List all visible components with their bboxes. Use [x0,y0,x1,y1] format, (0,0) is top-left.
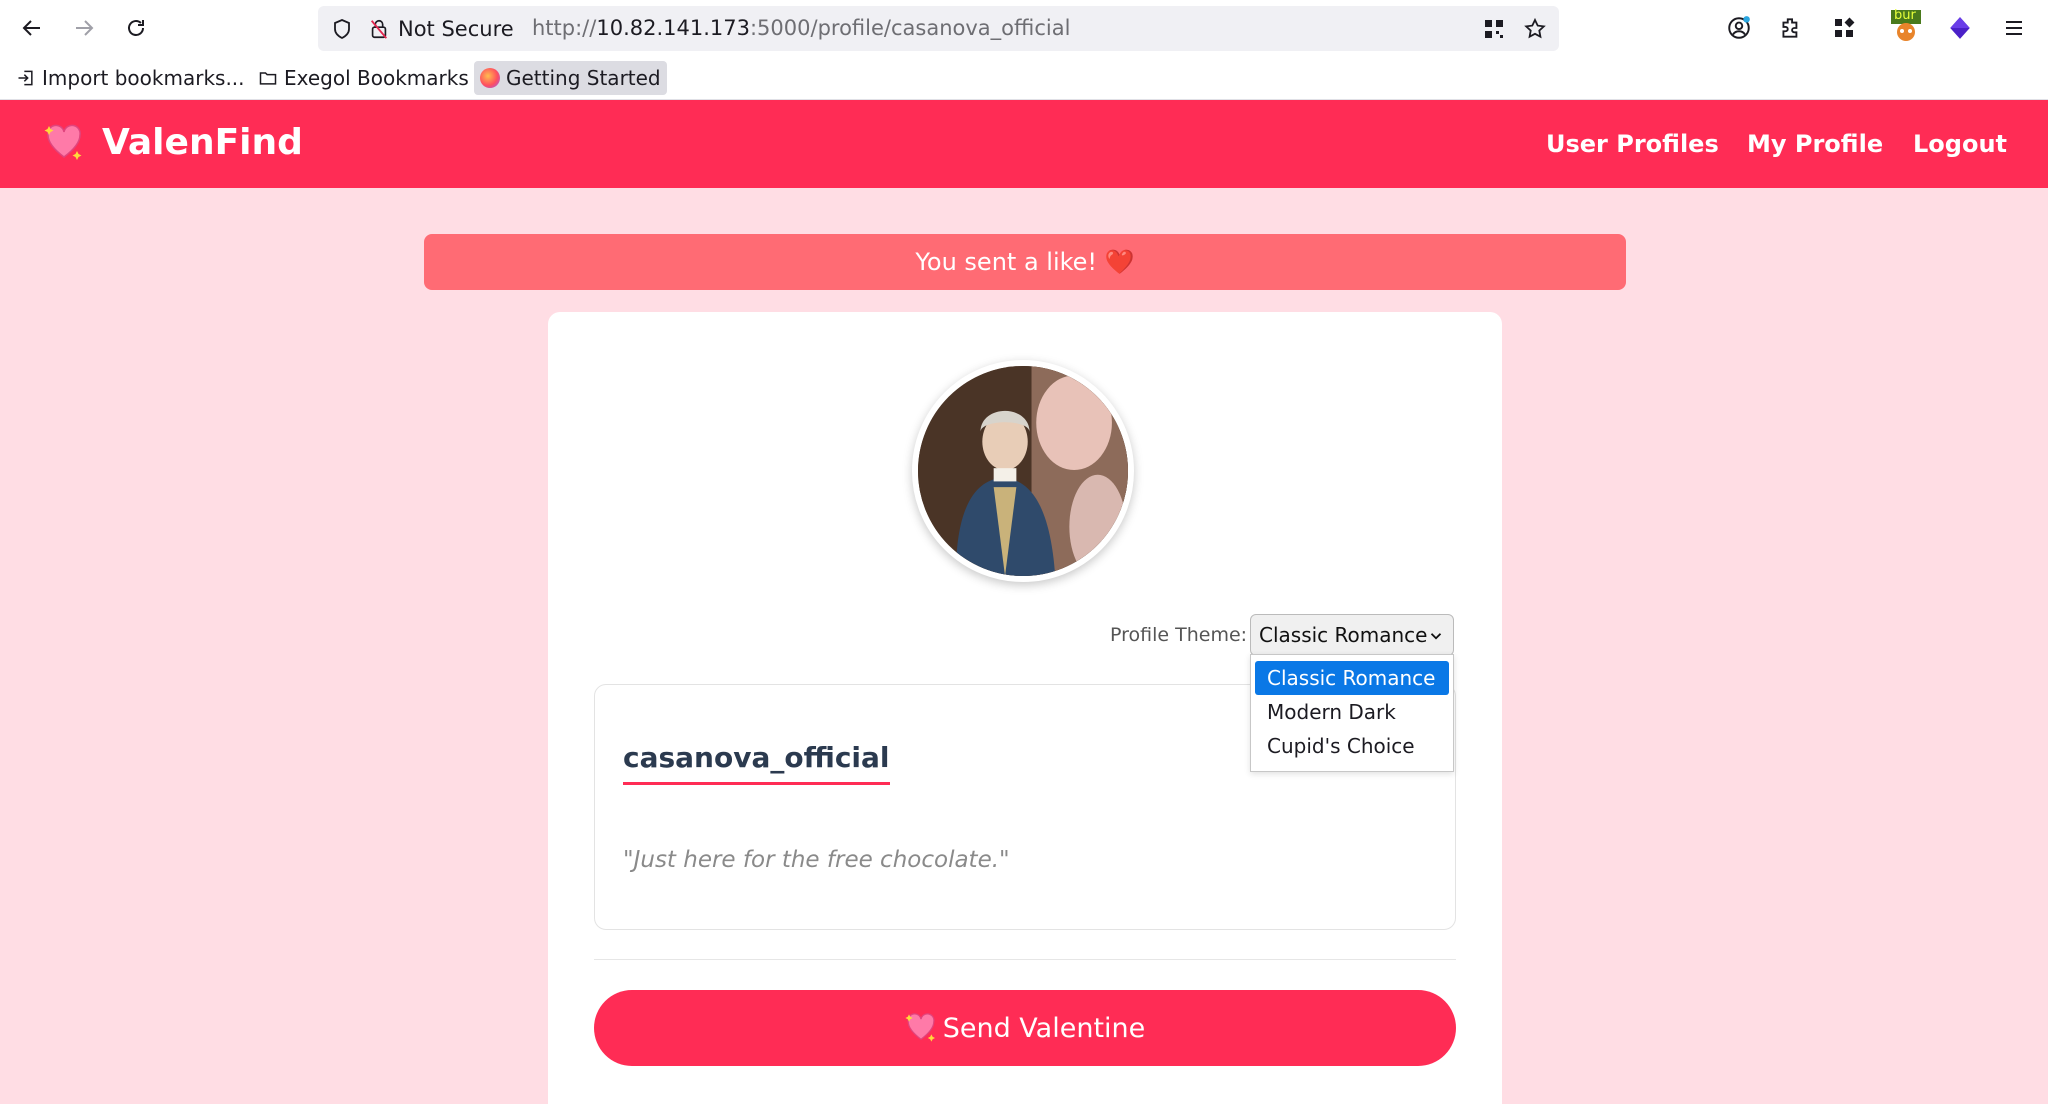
ext-badge-text: bur [1894,8,1916,23]
url-prefix: http:// [532,16,597,40]
brand-name: ValenFind [102,122,303,163]
reload-icon [128,20,144,36]
forward-button[interactable] [68,12,100,44]
bookmark-label: Exegol Bookmarks [284,66,469,90]
theme-option-modern-dark[interactable]: Modern Dark [1255,695,1449,729]
shield-icon[interactable] [330,17,354,41]
back-arrow-icon [22,20,40,36]
nav-user-profiles[interactable]: User Profiles [1546,130,1719,158]
import-icon [18,70,33,86]
send-valentine-label: Send Valentine [942,1012,1146,1044]
qr-code-icon[interactable] [1482,17,1506,41]
bookmarks-bar: Import bookmarks... Exegol Bookmarks Get… [0,56,2048,100]
url-bar[interactable]: Not Secure http://10.82.141.173:5000/pro… [318,6,1559,51]
extensions-icon[interactable] [1777,14,1805,42]
profile-theme-label: Profile Theme: [1110,624,1248,646]
profile-username: casanova_official [623,741,890,785]
theme-dropdown-list: Classic Romance Modern Dark Cupid's Choi… [1250,654,1454,772]
nav-logout[interactable]: Logout [1913,130,2007,158]
bookmark-exegol[interactable]: Exegol Bookmarks [252,61,475,95]
not-secure-label: Not Secure [398,16,514,41]
sparkling-heart-icon [44,124,82,160]
profile-bio: "Just here for the free chocolate." [623,847,1010,873]
broken-lock-icon [370,19,388,39]
browser-toolbar: Not Secure http://10.82.141.173:5000/pro… [0,0,2048,56]
chevron-down-icon [1430,633,1442,640]
sparkling-heart-icon [905,1013,935,1042]
back-button[interactable] [16,12,48,44]
brand-logo[interactable]: ValenFind [44,122,303,163]
diamond-extension-icon[interactable] [1946,14,1974,42]
bookmark-import[interactable]: Import bookmarks... [10,61,251,95]
url-path: :5000/profile/casanova_official [749,16,1071,40]
bookmark-star-icon[interactable] [1523,17,1547,41]
profile-avatar [912,360,1134,582]
menu-icon[interactable] [2000,14,2028,42]
burp-extension-icon[interactable]: bur [1890,8,1922,44]
reload-button[interactable] [120,12,152,44]
bookmark-label: Getting Started [506,66,661,90]
selected-theme: Classic Romance [1259,623,1428,647]
url-text[interactable]: http://10.82.141.173:5000/profile/casano… [532,16,1070,40]
theme-option-classic-romance[interactable]: Classic Romance [1255,661,1449,695]
folder-icon [259,72,277,85]
nav-my-profile[interactable]: My Profile [1747,130,1883,158]
account-icon[interactable] [1725,14,1753,42]
flash-alert: You sent a like! ❤️ [424,234,1626,290]
send-valentine-button[interactable]: Send Valentine [594,990,1456,1066]
theme-option-cupids-choice[interactable]: Cupid's Choice [1255,729,1449,763]
forward-arrow-icon [76,20,94,36]
divider [594,959,1456,960]
url-host: 10.82.141.173 [596,16,750,40]
firefox-icon [480,68,500,88]
profile-theme-select[interactable]: Classic Romance [1250,614,1454,656]
bookmark-getting-started[interactable]: Getting Started [474,61,667,95]
bookmark-label: Import bookmarks... [42,66,245,90]
app-navbar: ValenFind User Profiles My Profile Logou… [0,100,2048,188]
apps-grid-icon[interactable] [1830,14,1858,42]
